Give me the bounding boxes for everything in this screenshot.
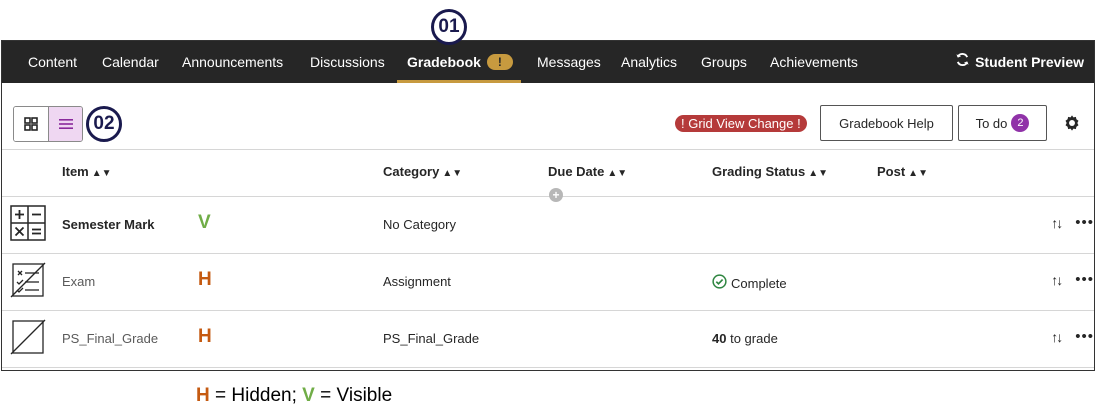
nav-analytics[interactable]: Analytics xyxy=(621,41,677,83)
grid-view-change-annotation: ! Grid View Change ! xyxy=(675,115,807,132)
manual-column-hidden-icon xyxy=(10,319,46,360)
nav-messages[interactable]: Messages xyxy=(537,41,601,83)
nav-gradebook[interactable]: Gradebook ! xyxy=(397,41,521,83)
row-actions: ↑↓ ••• xyxy=(1051,328,1094,345)
item-category: Assignment xyxy=(383,274,451,289)
calculation-icon xyxy=(10,205,46,246)
refresh-icon xyxy=(955,52,970,72)
legend-hidden-key: H xyxy=(196,385,210,406)
table-row: PS_Final_Grade H PS_Final_Grade 40 to gr… xyxy=(2,311,1094,368)
legend-hidden-text: = Hidden; xyxy=(215,385,297,406)
visibility-marker: H xyxy=(198,269,212,290)
nav-achievements[interactable]: Achievements xyxy=(770,41,858,83)
table-header: Item ▲▼ Category ▲▼ Due Date ▲▼ Grading Sta… xyxy=(2,150,1094,202)
table-row: Exam H Assignment Complete ↑↓ ••• xyxy=(2,254,1094,311)
row-actions: ↑↓ ••• xyxy=(1051,214,1094,231)
sort-icon: ▲▼ xyxy=(442,168,463,179)
nav-groups[interactable]: Groups xyxy=(701,41,747,83)
more-options-icon[interactable]: ••• xyxy=(1075,214,1094,231)
nav-discussions[interactable]: Discussions xyxy=(310,41,385,83)
grid-view-button[interactable] xyxy=(14,107,48,141)
list-icon xyxy=(58,119,73,129)
list-view-button[interactable] xyxy=(48,107,82,141)
row-actions: ↑↓ ••• xyxy=(1051,271,1094,288)
gradebook-alert-badge: ! xyxy=(486,54,513,70)
view-toggle xyxy=(13,106,83,142)
legend-visible-text: = Visible xyxy=(320,385,393,406)
sort-icon: ▲▼ xyxy=(607,168,628,179)
student-preview-button[interactable]: Student Preview xyxy=(955,41,1084,83)
callout-01: 01 xyxy=(431,9,467,45)
todo-count-badge: 2 xyxy=(1011,114,1030,132)
gradebook-toolbar: ! Grid View Change ! Gradebook Help To d… xyxy=(2,83,1094,150)
todo-button[interactable]: To do 2 xyxy=(958,105,1047,141)
column-header-grading-status[interactable]: Grading Status ▲▼ xyxy=(712,164,828,179)
assignment-hidden-icon xyxy=(10,262,46,303)
legend-visible-key: V xyxy=(302,385,315,406)
grading-status[interactable]: 40 to grade xyxy=(712,331,778,346)
column-header-category[interactable]: Category ▲▼ xyxy=(383,164,462,179)
table-row: Semester Mark V No Category ↑↓ ••• xyxy=(2,197,1094,254)
reorder-icon[interactable]: ↑↓ xyxy=(1051,215,1063,231)
legend: H = Hidden; V = Visible xyxy=(196,385,392,407)
to-grade-label: to grade xyxy=(730,331,778,346)
gradebook-help-button[interactable]: Gradebook Help xyxy=(820,105,953,141)
reorder-icon[interactable]: ↑↓ xyxy=(1051,272,1063,288)
visibility-marker: V xyxy=(198,212,211,233)
grading-status: Complete xyxy=(712,274,787,292)
item-name[interactable]: Semester Mark xyxy=(62,217,155,232)
column-header-due-date[interactable]: Due Date ▲▼ xyxy=(548,164,627,179)
column-header-item[interactable]: Item ▲▼ xyxy=(62,164,112,179)
sort-icon: ▲▼ xyxy=(91,168,112,179)
reorder-icon[interactable]: ↑↓ xyxy=(1051,329,1063,345)
check-circle-icon xyxy=(712,274,727,292)
visibility-marker: H xyxy=(198,326,212,347)
item-name[interactable]: PS_Final_Grade xyxy=(62,331,158,346)
nav-content[interactable]: Content xyxy=(28,41,77,83)
nav-announcements[interactable]: Announcements xyxy=(182,41,283,83)
gear-icon[interactable] xyxy=(1063,114,1081,137)
nav-calendar[interactable]: Calendar xyxy=(102,41,159,83)
more-options-icon[interactable]: ••• xyxy=(1075,271,1094,288)
sort-icon: ▲▼ xyxy=(908,168,928,179)
item-category: No Category xyxy=(383,217,456,232)
to-grade-count: 40 xyxy=(712,331,727,346)
column-header-post[interactable]: Post ▲▼ xyxy=(877,164,928,179)
item-name[interactable]: Exam xyxy=(62,274,95,289)
callout-02: 02 xyxy=(86,106,122,142)
gradebook-window: Content Calendar Announcements Discussio… xyxy=(1,40,1095,371)
sort-icon: ▲▼ xyxy=(808,168,828,179)
item-category: PS_Final_Grade xyxy=(383,331,480,346)
grid-icon xyxy=(24,117,38,131)
more-options-icon[interactable]: ••• xyxy=(1075,328,1094,345)
top-navigation: Content Calendar Announcements Discussio… xyxy=(2,41,1094,83)
